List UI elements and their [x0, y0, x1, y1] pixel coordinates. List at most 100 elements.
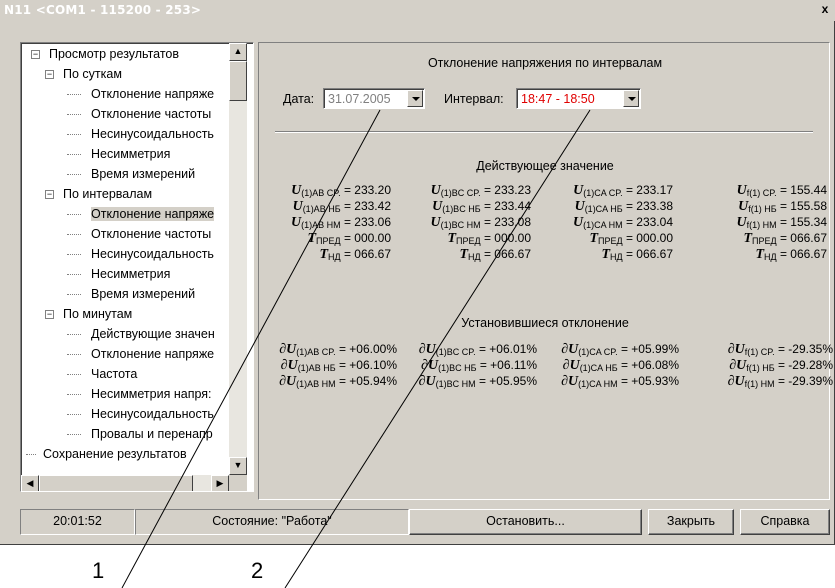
value-subscript: (1)AB НБ — [297, 363, 336, 373]
value-number: = 233.44 — [480, 199, 531, 213]
value-number: = 233.17 — [622, 183, 673, 197]
tree-item[interactable]: Несинусоидальность — [91, 405, 214, 423]
tree-item[interactable]: Сохранение результатов — [43, 445, 187, 463]
value-symbol: ∂U — [561, 374, 579, 389]
value-number: = 066.67 — [776, 231, 827, 245]
tree-item[interactable]: Отклонение напряже — [91, 85, 214, 103]
value-number: = -29.35% — [774, 342, 833, 356]
value-subscript: (1)AB CP. — [301, 188, 341, 198]
panel-title: Отклонение напряжения по интервалам — [427, 56, 663, 70]
tree-item[interactable]: Отклонение частоты — [91, 225, 211, 243]
interval-label: Интервал: — [444, 92, 504, 106]
value-symbol: U — [290, 215, 302, 230]
tree-item[interactable]: Провалы и перенапр — [91, 425, 213, 443]
value-subscript: НД — [468, 252, 481, 262]
tree-item[interactable]: Отклонение напряже — [91, 345, 214, 363]
value-symbol: T — [743, 231, 753, 246]
close-icon[interactable]: x — [817, 3, 833, 17]
tree-item-label: По минутам — [63, 307, 133, 321]
value-cell: ∂U(1)CA НБ = +06.08% — [537, 358, 679, 374]
tree-item[interactable]: Несинусоидальность — [91, 125, 214, 143]
tree-item-label: Сохранение результатов — [43, 447, 187, 461]
value-row: ∂U(1)AB НБ = +06.10% ∂U(1)BC НБ = +06.11%… — [259, 358, 833, 374]
tree-item-label: Несимметрия — [91, 267, 171, 281]
value-subscript: ПРЕД — [598, 236, 623, 246]
collapse-icon[interactable]: − — [45, 190, 54, 199]
value-subscript: (1)CA НБ — [579, 363, 618, 373]
horizontal-scroll-thumb[interactable] — [39, 475, 193, 491]
help-button[interactable]: Справка — [740, 509, 830, 535]
tree-item[interactable]: Действующие значен — [91, 325, 215, 343]
tree-item[interactable]: Отклонение напряже — [91, 205, 215, 223]
value-number: = 066.67 — [622, 247, 673, 261]
navigation-tree: Просмотр результатов − По суткам − Отклонени… — [20, 42, 254, 492]
stop-button[interactable]: Остановить... — [409, 509, 642, 535]
scroll-right-icon[interactable]: ▶ — [211, 475, 229, 491]
tree-item-label: Отклонение частоты — [91, 227, 212, 241]
chevron-down-icon[interactable] — [623, 90, 639, 107]
value-subscript: (1)AB НМ — [296, 379, 336, 389]
effective-section-title: Действующее значение — [476, 159, 614, 173]
tree-item[interactable]: По минутам — [63, 305, 132, 323]
collapse-icon[interactable]: − — [45, 310, 54, 319]
close-button[interactable]: Закрыть — [648, 509, 734, 535]
tree-item[interactable]: Отклонение частоты — [91, 105, 211, 123]
tree-item-label: Время измерений — [91, 287, 196, 301]
value-symbol: T — [601, 247, 610, 262]
collapse-icon[interactable]: − — [45, 70, 54, 79]
value-number: = 000.00 — [622, 231, 673, 245]
interval-select[interactable]: 18:47 - 18:50 — [516, 88, 641, 109]
tree-item[interactable]: Несинусоидальность — [91, 245, 214, 263]
value-cell: TНД = 066.67 — [255, 247, 391, 263]
scroll-up-icon[interactable]: ▲ — [229, 43, 247, 61]
value-row: ∂U(1)AB CP. = +06.00% ∂U(1)BC CP. = +06.0… — [259, 342, 833, 358]
value-symbol: ∂U — [727, 374, 745, 389]
value-cell: U(1)CA НБ = 233.38 — [537, 199, 673, 215]
value-number: = 066.67 — [340, 247, 391, 261]
callout-1: 1 — [92, 558, 105, 583]
value-number: = +06.01% — [475, 342, 537, 356]
value-cell: Uf(1) НБ = 155.58 — [691, 199, 827, 215]
value-cell: ∂U(1)AB НБ = +06.10% — [255, 358, 397, 374]
tree-item[interactable]: Просмотр результатов — [49, 45, 179, 63]
tree-item[interactable]: Несимметрия напря: — [91, 385, 212, 403]
tree-item[interactable]: Несимметрия — [91, 265, 170, 283]
value-number: = +05.93% — [617, 374, 679, 388]
value-symbol: T — [307, 231, 317, 246]
tree-item[interactable]: Несимметрия — [91, 145, 170, 163]
tree-item[interactable]: Время измерений — [91, 165, 195, 183]
value-number: = +06.11% — [476, 358, 537, 372]
tree-item[interactable]: Время измерений — [91, 285, 195, 303]
value-cell: TПРЕД = 000.00 — [537, 231, 673, 247]
tree-connector — [67, 94, 81, 95]
value-cell: TПРЕД = 000.00 — [255, 231, 391, 247]
tree-item[interactable]: По интервалам — [63, 185, 152, 203]
value-symbol: ∂U — [421, 358, 439, 373]
date-label: Дата: — [283, 92, 315, 106]
value-symbol: U — [430, 215, 441, 230]
tree-connector — [67, 214, 81, 215]
scroll-left-icon[interactable]: ◀ — [21, 475, 39, 491]
date-select[interactable]: 31.07.2005 — [323, 88, 425, 109]
value-symbol: ∂U — [727, 342, 745, 357]
scroll-thumb[interactable] — [229, 61, 247, 101]
tree-item-label: Несимметрия — [91, 147, 171, 161]
chevron-down-icon[interactable] — [407, 90, 423, 107]
tree-item[interactable]: Частота — [91, 365, 137, 383]
value-symbol: U — [432, 199, 443, 214]
value-cell: U(1)BC CP. = 233.23 — [395, 183, 531, 199]
tree-vertical-scrollbar[interactable]: ▲ ▼ — [229, 43, 247, 475]
value-symbol: T — [755, 247, 764, 262]
value-number: = -29.28% — [774, 358, 833, 372]
value-subscript: (1)BC НБ — [442, 204, 481, 214]
value-number: = 066.67 — [480, 247, 531, 261]
value-row: TПРЕД = 000.00 TПРЕД = 000.00 TПРЕД = 000.… — [259, 231, 831, 247]
scroll-down-icon[interactable]: ▼ — [229, 457, 247, 475]
tree-horizontal-scrollbar[interactable]: ◀ ▶ — [21, 475, 229, 491]
tree-connector — [67, 114, 81, 115]
tree-item[interactable]: По суткам — [63, 65, 122, 83]
value-subscript: НД — [764, 252, 777, 262]
collapse-icon[interactable]: − — [31, 50, 40, 59]
value-cell: U(1)CA CP. = 233.17 — [537, 183, 673, 199]
value-subscript: (1)CA CP. — [578, 347, 618, 357]
